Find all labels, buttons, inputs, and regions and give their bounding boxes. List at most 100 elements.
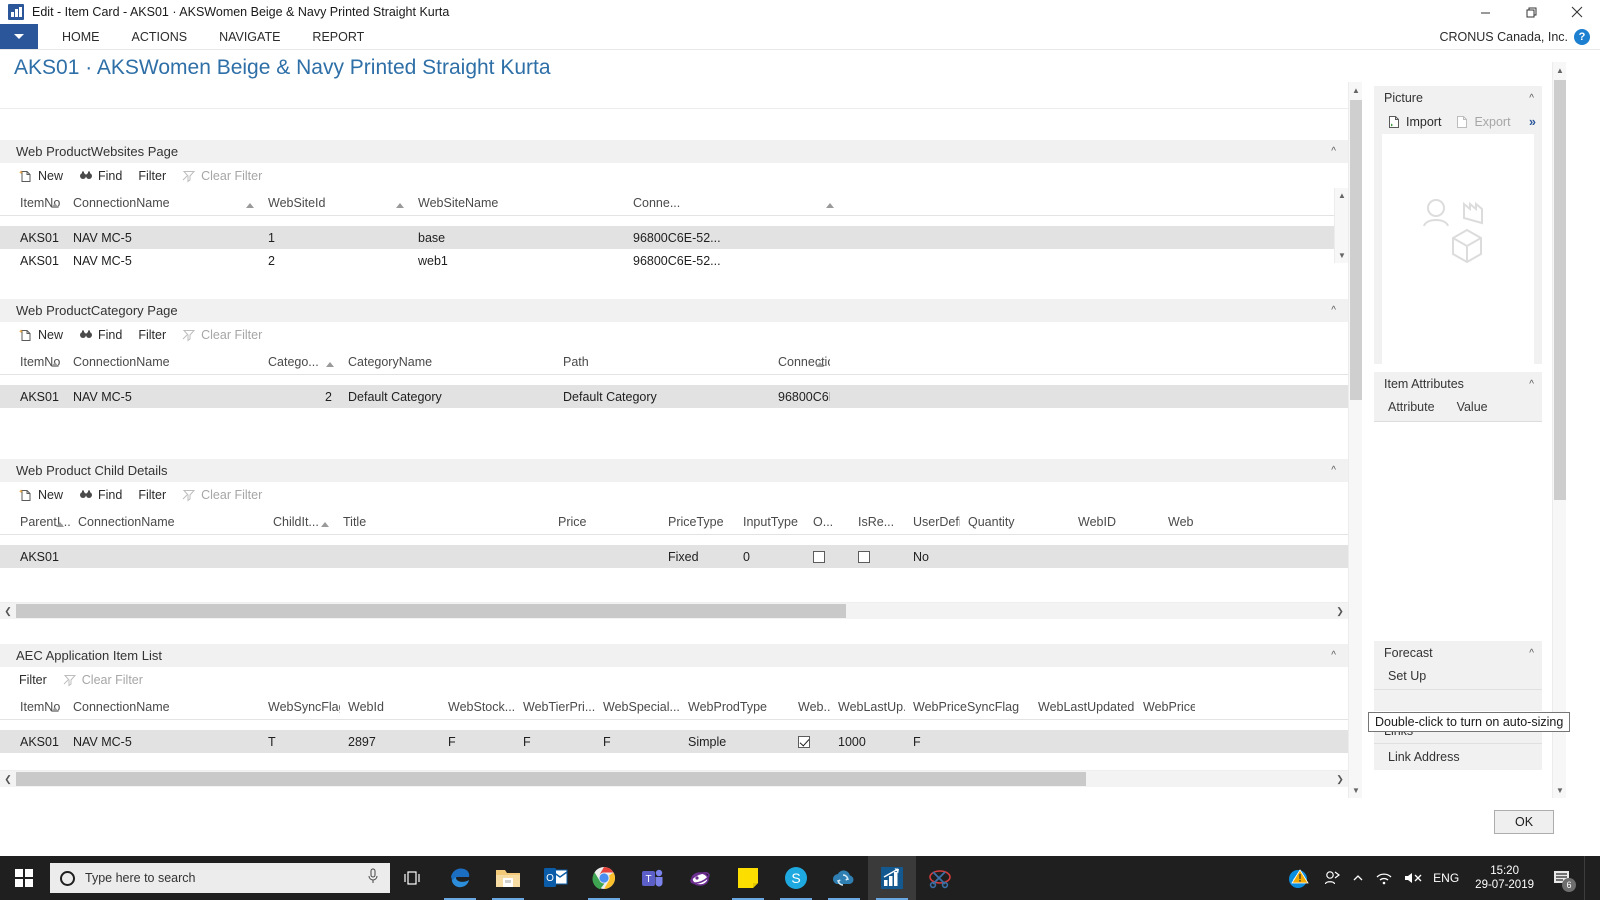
column-header-web[interactable]: Web... xyxy=(790,700,830,719)
grid-web-product-websites-page[interactable]: ItemNo ConnectionName WebSiteId WebSiteName… xyxy=(0,188,1348,268)
link-address-item[interactable]: Link Address xyxy=(1374,743,1542,770)
section-header-aec-application-item-list[interactable]: AEC Application Item List ^ xyxy=(0,644,1348,668)
column-header-webid[interactable]: WebID xyxy=(1070,515,1160,534)
microphone-icon[interactable] xyxy=(366,868,380,889)
help-icon[interactable]: ? xyxy=(1574,28,1590,45)
chevron-up-icon[interactable]: ^ xyxy=(1331,465,1336,476)
taskbar-clock[interactable]: 15:20 29-07-2019 xyxy=(1469,864,1540,893)
column-header-itemno[interactable]: ItemNo xyxy=(0,196,65,215)
column-header-itemno[interactable]: ItemNo xyxy=(0,355,65,374)
picture-placeholder[interactable] xyxy=(1382,134,1534,364)
taskbar-app-snipping-tool[interactable] xyxy=(916,856,964,900)
column-header-webtierpri[interactable]: WebTierPri... xyxy=(515,700,595,719)
table-cell[interactable]: NAV MC-5 xyxy=(65,735,260,749)
scroll-down-icon[interactable]: ▼ xyxy=(1349,782,1363,798)
table-cell[interactable]: F xyxy=(595,735,680,749)
filter-button[interactable]: Filter xyxy=(133,486,171,504)
section-header-web-product-websites-page[interactable]: Web ProductWebsites Page ^ xyxy=(0,140,1348,164)
clear-filter-button[interactable]: Clear Filter xyxy=(177,486,267,504)
taskbar-app-purple-app[interactable] xyxy=(676,856,724,900)
table-row[interactable]: AKS01 NAV MC-5 1 base 96800C6E-52... xyxy=(0,226,1348,249)
taskbar-app-teams[interactable]: T xyxy=(628,856,676,900)
factbox-item-attributes-header[interactable]: Item Attributes ^ xyxy=(1374,372,1542,396)
sort-ascending-icon[interactable] xyxy=(326,362,334,367)
table-cell[interactable] xyxy=(790,735,830,749)
column-header-inputtype[interactable]: InputType xyxy=(735,515,805,534)
column-header-connectionid[interactable]: ConnectionId xyxy=(770,355,830,374)
action-center-button[interactable]: 6 xyxy=(1550,866,1576,892)
scroll-left-icon[interactable]: ❮ xyxy=(0,771,16,788)
clear-filter-button[interactable]: Clear Filter xyxy=(177,326,267,344)
column-header-connectionname[interactable]: ConnectionName xyxy=(65,700,260,719)
factbox-scrollbar[interactable]: ▲ ▼ xyxy=(1552,62,1566,798)
grid-horizontal-scrollbar[interactable]: ❮ ❯ xyxy=(0,602,1348,619)
table-row[interactable]: AKS01 NAV MC-5 T 2897 F F F Simple 1000 F xyxy=(0,730,1348,753)
column-header-weblastup[interactable]: WebLastUp... xyxy=(830,700,905,719)
table-cell[interactable]: F xyxy=(905,735,1030,749)
column-header-websitename[interactable]: WebSiteName xyxy=(410,196,625,215)
scroll-up-icon[interactable]: ▲ xyxy=(1553,62,1567,78)
taskbar-app-onedrive-sync[interactable] xyxy=(820,856,868,900)
table-row[interactable]: AKS01 Fixed 0 No xyxy=(0,545,1348,568)
factbox-picture-header[interactable]: Picture ^ xyxy=(1374,86,1542,110)
filter-button[interactable]: Filter xyxy=(14,671,52,689)
people-icon[interactable] xyxy=(1323,869,1341,887)
column-header-title[interactable]: Title xyxy=(335,515,550,534)
scroll-right-icon[interactable]: ❯ xyxy=(1332,771,1348,788)
sort-ascending-icon[interactable] xyxy=(826,203,834,208)
table-cell[interactable]: 2 xyxy=(260,254,410,268)
grid-vertical-scrollbar[interactable]: ▲ ▼ xyxy=(1334,188,1348,263)
scrollbar-thumb[interactable] xyxy=(1350,100,1362,400)
table-cell[interactable]: 96800C6E-527C-433D... xyxy=(770,390,830,404)
table-cell[interactable]: base xyxy=(410,231,625,245)
taskbar-app-dynamics-nav[interactable] xyxy=(868,856,916,900)
ok-button[interactable]: OK xyxy=(1494,810,1554,834)
table-cell[interactable]: AKS01 xyxy=(0,550,70,564)
taskbar-app-sticky-notes[interactable] xyxy=(724,856,772,900)
table-cell[interactable]: 1000 xyxy=(830,735,905,749)
column-header-connectionname[interactable]: ConnectionName xyxy=(65,355,260,374)
sort-ascending-icon[interactable] xyxy=(51,707,59,712)
column-header-webpriceid[interactable]: WebPriceId xyxy=(1135,700,1195,719)
content-scrollbar[interactable]: ▲ ▼ xyxy=(1348,82,1362,798)
clear-filter-button[interactable]: Clear Filter xyxy=(58,671,148,689)
table-cell[interactable]: AKS01 xyxy=(0,254,65,268)
sort-ascending-icon[interactable] xyxy=(396,203,404,208)
start-button[interactable] xyxy=(0,856,48,900)
chevron-up-icon[interactable]: ^ xyxy=(1529,379,1534,390)
scrollbar-thumb[interactable] xyxy=(1554,80,1566,500)
scrollbar-thumb[interactable] xyxy=(16,604,846,618)
table-cell[interactable]: 1 xyxy=(260,231,410,245)
column-header-webprodtype[interactable]: WebProdType xyxy=(680,700,790,719)
table-cell[interactable]: 96800C6E-52... xyxy=(625,231,840,245)
table-cell[interactable]: NAV MC-5 xyxy=(65,254,260,268)
new-button[interactable]: New xyxy=(14,167,68,185)
import-button[interactable]: Import xyxy=(1382,113,1446,131)
forecast-setup-link[interactable]: Set Up xyxy=(1374,665,1542,689)
restore-button[interactable] xyxy=(1508,0,1554,24)
table-cell[interactable]: 0 xyxy=(735,550,805,564)
section-header-web-product-child-details[interactable]: Web Product Child Details ^ xyxy=(0,459,1348,483)
sort-ascending-icon[interactable] xyxy=(816,362,824,367)
clear-filter-button[interactable]: Clear Filter xyxy=(177,167,267,185)
minimize-button[interactable] xyxy=(1462,0,1508,24)
column-header-catego[interactable]: Catego... xyxy=(260,355,340,374)
tab-navigate[interactable]: NAVIGATE xyxy=(205,26,294,48)
tab-report[interactable]: REPORT xyxy=(298,26,378,48)
table-cell[interactable] xyxy=(850,550,905,564)
grid-web-product-child-details[interactable]: ParentI... ConnectionName ChildIt... Title P… xyxy=(0,507,1348,584)
table-cell[interactable]: T xyxy=(260,735,340,749)
sort-ascending-icon[interactable] xyxy=(246,203,254,208)
column-header-pricetype[interactable]: PriceType xyxy=(660,515,735,534)
column-header-web[interactable]: Web xyxy=(1160,515,1220,534)
column-header-isre[interactable]: IsRe... xyxy=(850,515,905,534)
grid-horizontal-scrollbar[interactable]: ❮ ❯ xyxy=(0,770,1348,787)
scrollbar-track[interactable] xyxy=(16,604,1332,618)
table-cell[interactable]: AKS01 xyxy=(0,231,65,245)
chevron-up-icon[interactable]: ^ xyxy=(1331,650,1336,661)
task-view-button[interactable] xyxy=(390,856,436,900)
column-header-quantity[interactable]: Quantity xyxy=(960,515,1070,534)
table-cell[interactable]: NAV MC-5 xyxy=(65,390,260,404)
chevron-up-icon[interactable]: ^ xyxy=(1331,305,1336,316)
table-cell[interactable]: F xyxy=(515,735,595,749)
